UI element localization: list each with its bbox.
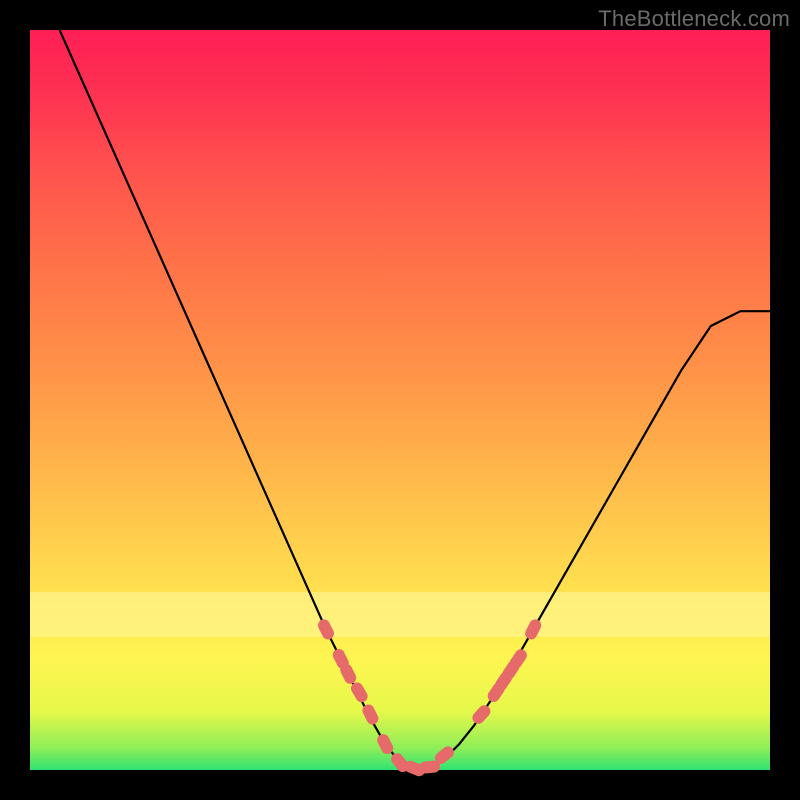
marker-point <box>425 767 434 768</box>
chart-frame: TheBottleneck.com <box>0 0 800 800</box>
marker-point <box>339 655 343 663</box>
chart-svg <box>30 30 770 770</box>
marker-point <box>324 625 328 633</box>
marker-point <box>411 767 419 770</box>
watermark-text: TheBottleneck.com <box>598 6 790 32</box>
marker-point <box>368 711 372 719</box>
marker-point <box>478 711 484 718</box>
marker-point <box>357 688 362 696</box>
marker-point <box>531 625 535 633</box>
marker-point <box>516 655 521 662</box>
marker-point <box>441 752 448 758</box>
marker-point <box>346 670 350 678</box>
marker-point <box>383 740 387 748</box>
marker-point <box>397 759 403 766</box>
bottleneck-curve <box>60 30 770 769</box>
marker-group <box>324 625 535 770</box>
